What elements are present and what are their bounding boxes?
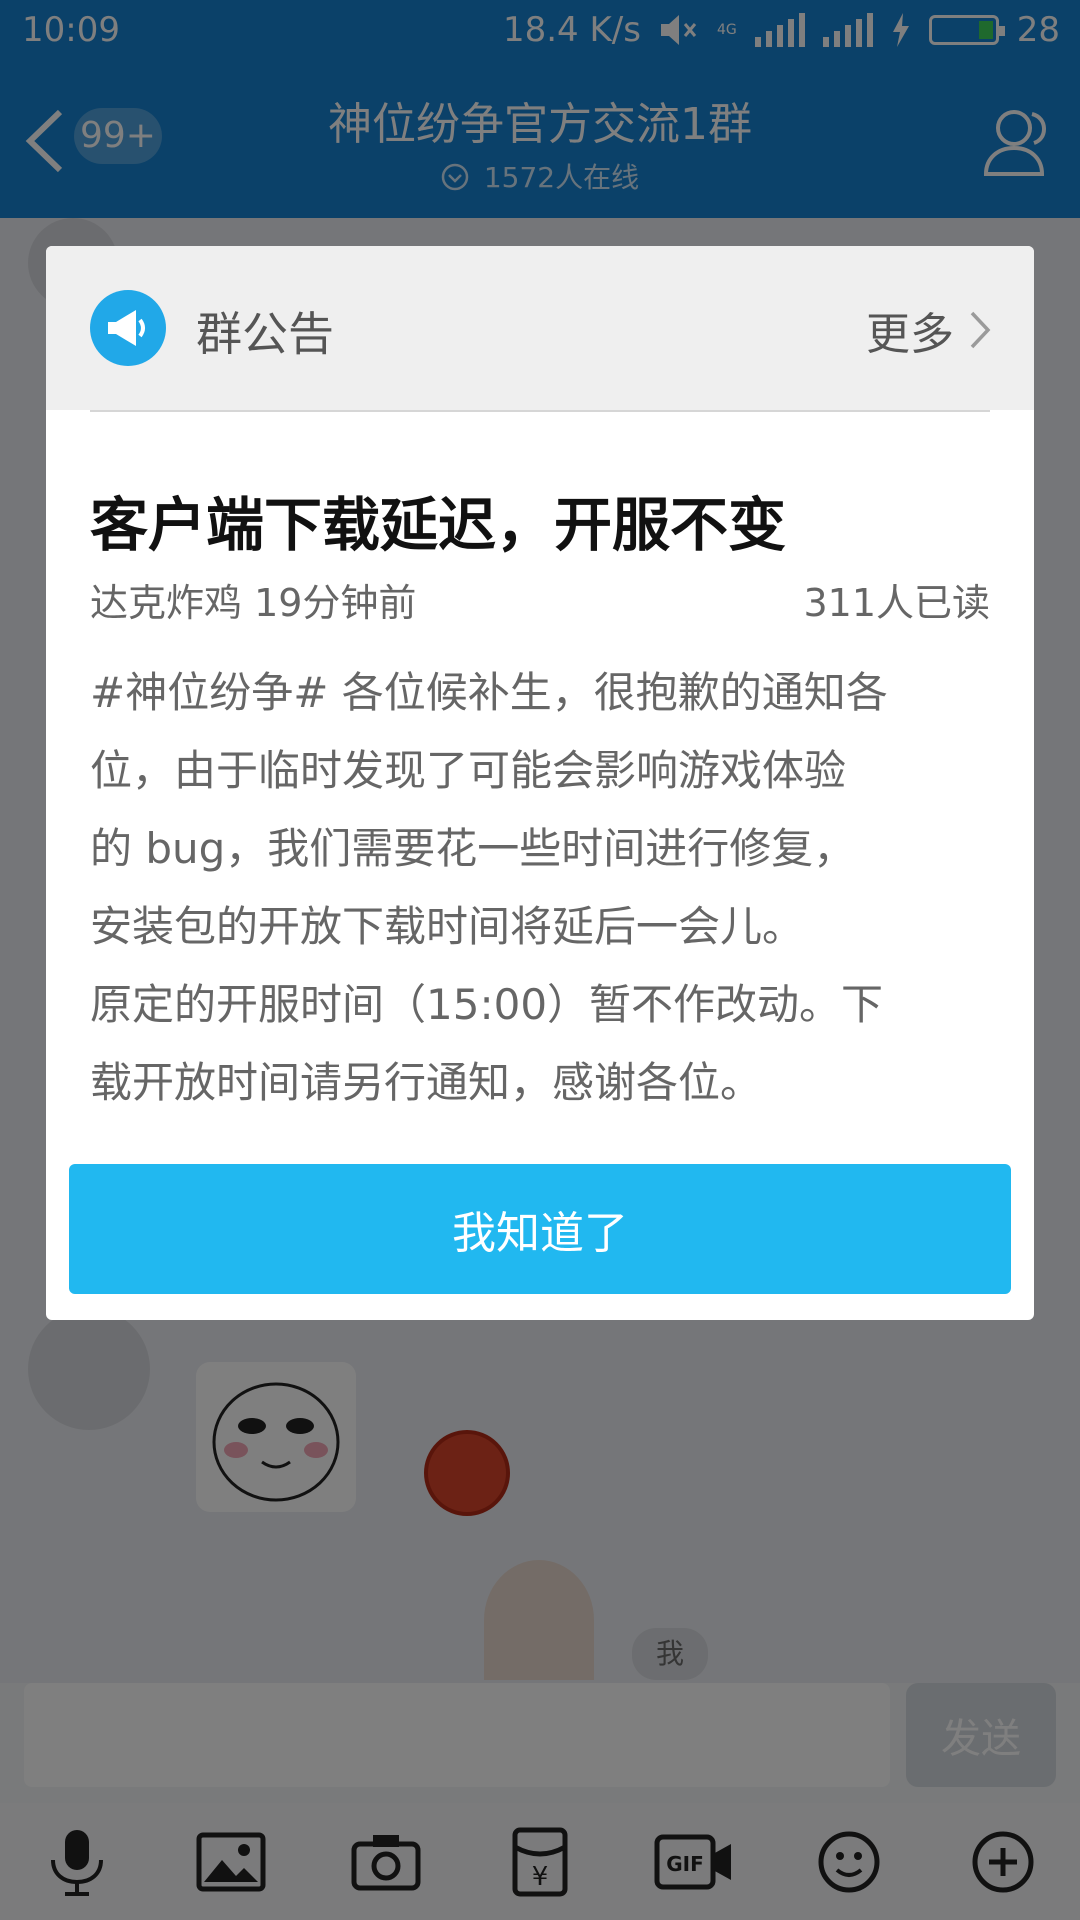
more-label: 更多 [866, 309, 954, 360]
author-time: 达克炸鸡 19分钟前 [90, 581, 417, 625]
header-divider [90, 410, 990, 412]
notice-body: #神位纷争# 各位候补生，很抱歉的通知各 位，由于临时发现了可能会影响游戏体验 … [90, 668, 888, 1107]
megaphone-icon [90, 290, 166, 366]
chevron-right-icon [970, 311, 991, 349]
dialog-header: 群公告 更多 [46, 246, 1034, 410]
dialog-header-title: 群公告 [196, 307, 334, 361]
acknowledge-button[interactable]: 我知道了 [69, 1164, 1011, 1294]
read-count[interactable]: 311人已读 [803, 572, 990, 627]
notice-title: 客户端下载延迟，开服不变 [90, 491, 787, 559]
announcement-dialog: 群公告 更多 客户端下载延迟，开服不变 达克炸鸡 19分钟前 311人已读 #神… [46, 246, 1034, 1320]
more-link[interactable]: 更多 [866, 298, 992, 362]
